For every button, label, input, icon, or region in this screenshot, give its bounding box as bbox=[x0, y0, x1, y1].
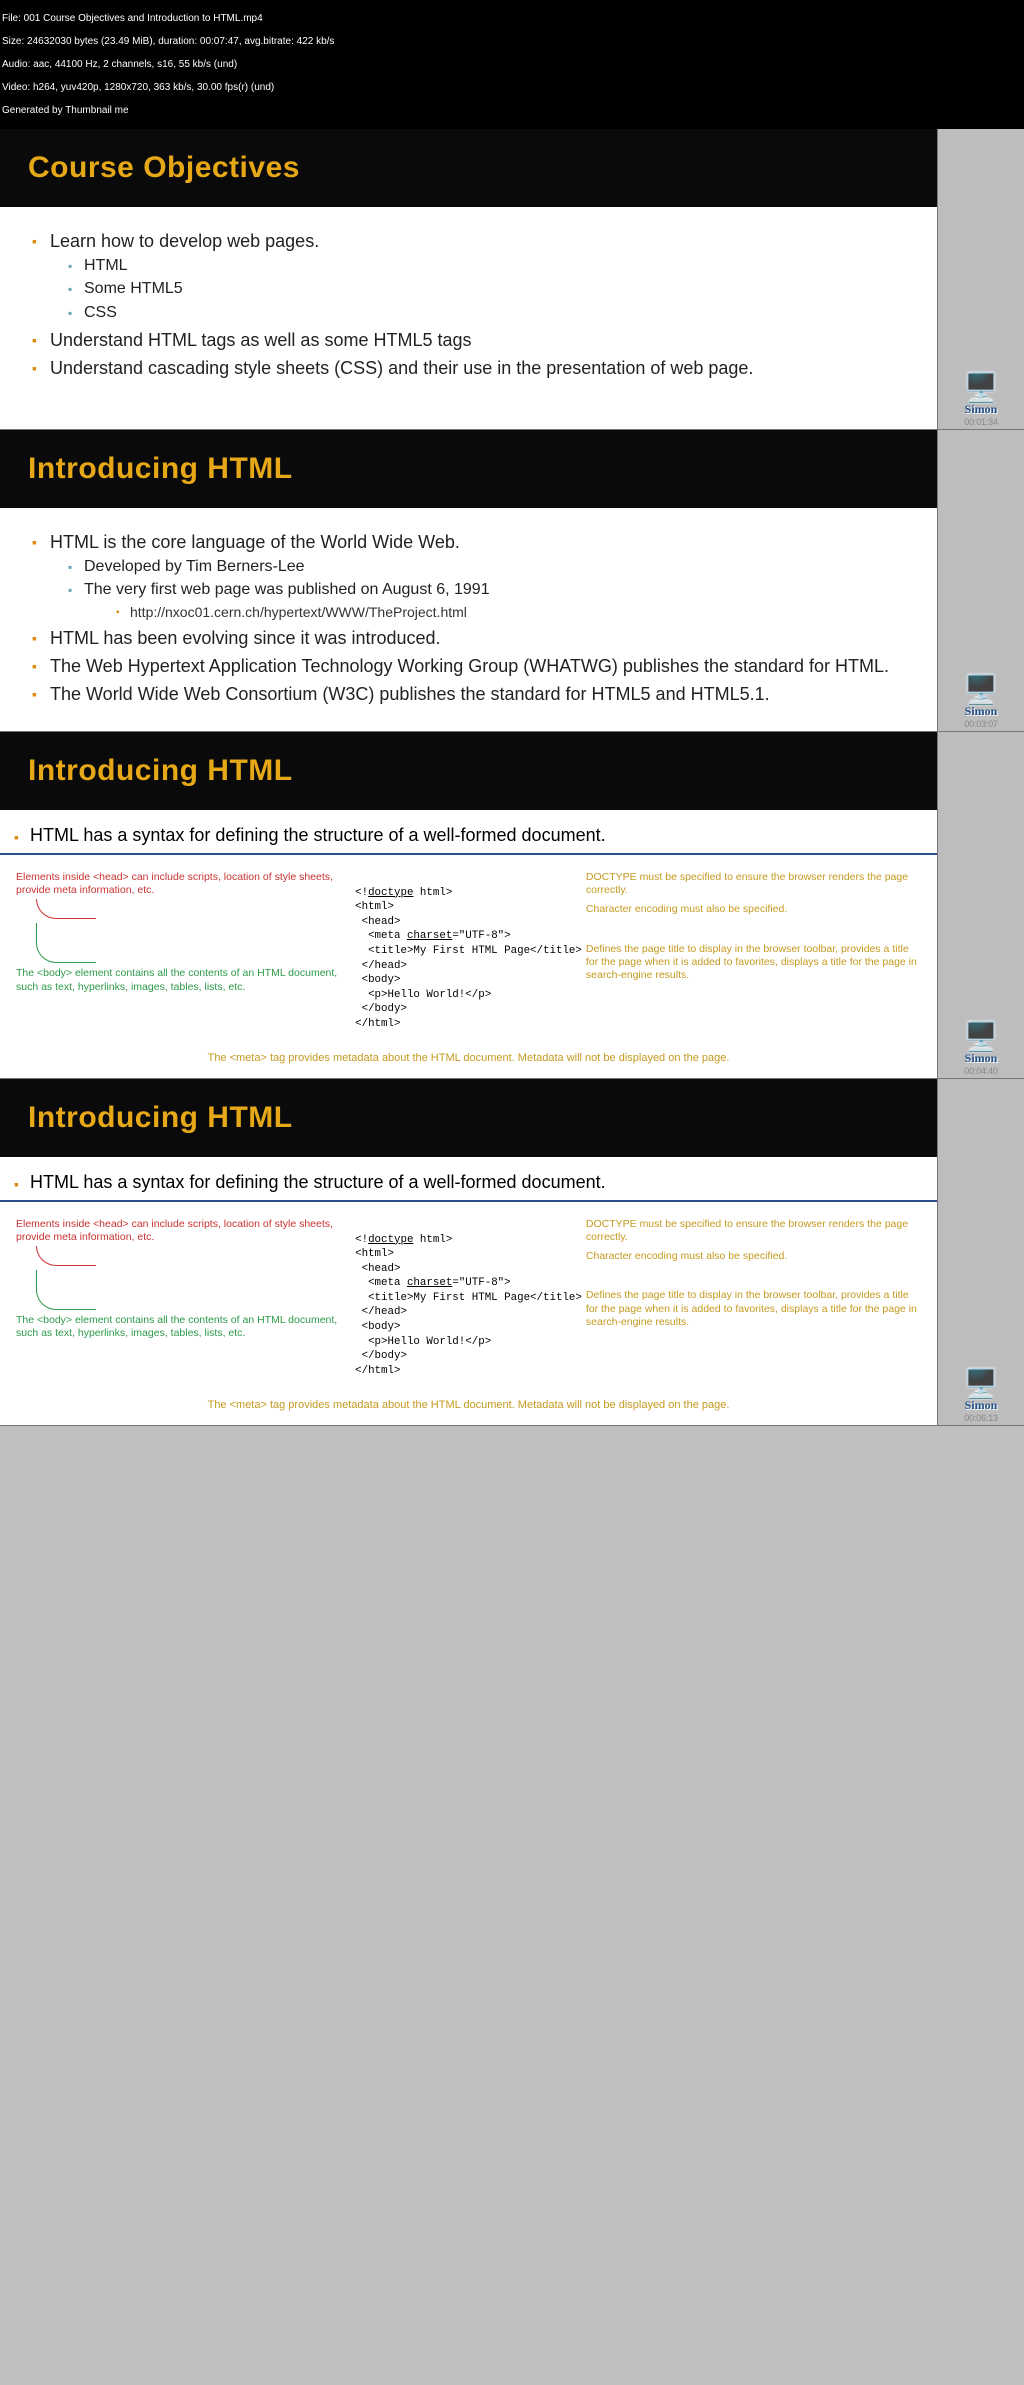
timecode: 00:03:07 bbox=[938, 719, 1024, 729]
brand-stamp: 🖥️ Simon 00:03:07 bbox=[938, 676, 1024, 729]
slide-body: Learn how to develop web pages. HTML Som… bbox=[0, 207, 937, 405]
slide: Introducing HTML HTML is the core langua… bbox=[0, 430, 937, 731]
thumbnail-cell: Introducing HTML HTML is the core langua… bbox=[0, 430, 938, 731]
monitor-icon: 🖥️ bbox=[964, 374, 999, 402]
video-info-header: File: 001 Course Objectives and Introduc… bbox=[0, 0, 1024, 129]
annotation-title: Defines the page title to display in the… bbox=[586, 1289, 921, 1328]
annotation-doctype: DOCTYPE must be specified to ensure the … bbox=[586, 871, 921, 897]
info-audio: Audio: aac, 44100 Hz, 2 channels, s16, 5… bbox=[2, 59, 1022, 71]
grid-row: Introducing HTML HTML has a syntax for d… bbox=[0, 732, 1024, 1079]
brand-stamp: 🖥️ Simon 00:01:34 bbox=[938, 374, 1024, 427]
info-file: File: 001 Course Objectives and Introduc… bbox=[2, 13, 1022, 25]
code-block: <!doctype html> <html> <head> <meta char… bbox=[355, 871, 582, 1046]
bullet-text: HTML has a syntax for defining the struc… bbox=[0, 824, 937, 853]
bullet-text: CSS bbox=[50, 302, 909, 324]
monitor-icon: 🖥️ bbox=[964, 676, 999, 704]
brand-text: Simon bbox=[938, 1398, 1024, 1413]
slide-title: Course Objectives bbox=[0, 129, 937, 207]
annotation-title: Defines the page title to display in the… bbox=[586, 943, 921, 982]
bullet-text: HTML has been evolving since it was intr… bbox=[28, 626, 909, 650]
grid-row: Course Objectives Learn how to develop w… bbox=[0, 129, 1024, 430]
code-diagram: Elements inside <head> can include scrip… bbox=[0, 853, 937, 1078]
slide-title: Introducing HTML bbox=[0, 1079, 937, 1157]
brand-stamp: 🖥️ Simon 00:04:40 bbox=[938, 1023, 1024, 1076]
code-block: <!doctype html> <html> <head> <meta char… bbox=[355, 1218, 582, 1393]
bullet-text: Understand cascading style sheets (CSS) … bbox=[28, 356, 909, 380]
monitor-icon: 🖥️ bbox=[964, 1370, 999, 1398]
slide: Introducing HTML HTML has a syntax for d… bbox=[0, 1079, 937, 1425]
code-diagram: Elements inside <head> can include scrip… bbox=[0, 1200, 937, 1425]
timecode: 00:04:40 bbox=[938, 1066, 1024, 1076]
grid-row: Introducing HTML HTML has a syntax for d… bbox=[0, 1079, 1024, 1426]
brand-text: Simon bbox=[938, 704, 1024, 719]
bullet-text: Developed by Tim Berners-Lee bbox=[50, 556, 909, 578]
bullet-text: The World Wide Web Consortium (W3C) publ… bbox=[28, 682, 909, 706]
info-size: Size: 24632030 bytes (23.49 MiB), durati… bbox=[2, 36, 1022, 48]
bullet-text: HTML bbox=[50, 255, 909, 277]
bullet-text: The very first web page was published on… bbox=[84, 581, 490, 598]
bullet-text: HTML has a syntax for defining the struc… bbox=[0, 1171, 937, 1200]
timecode: 00:06:13 bbox=[938, 1413, 1024, 1423]
thumbnail-grid: Course Objectives Learn how to develop w… bbox=[0, 129, 1024, 1426]
grid-row: Introducing HTML HTML is the core langua… bbox=[0, 430, 1024, 732]
slide: Introducing HTML HTML has a syntax for d… bbox=[0, 732, 937, 1078]
bullet-text: Some HTML5 bbox=[50, 278, 909, 300]
annotation-charset: Character encoding must also be specifie… bbox=[586, 903, 921, 916]
thumbnail-margin: 🖥️ Simon 00:04:40 bbox=[938, 732, 1024, 1078]
bullet-text: http://nxoc01.cern.ch/hypertext/WWW/TheP… bbox=[84, 603, 909, 622]
annotation-body: The <body> element contains all the cont… bbox=[16, 967, 351, 993]
bullet-text: Understand HTML tags as well as some HTM… bbox=[28, 328, 909, 352]
info-generated: Generated by Thumbnail me bbox=[2, 105, 1022, 117]
bullet-text: Learn how to develop web pages. bbox=[50, 231, 319, 251]
annotation-charset: Character encoding must also be specifie… bbox=[586, 1250, 921, 1263]
annotation-body: The <body> element contains all the cont… bbox=[16, 1314, 351, 1340]
bullet-text: The Web Hypertext Application Technology… bbox=[28, 654, 909, 678]
brand-text: Simon bbox=[938, 1051, 1024, 1066]
slide: Course Objectives Learn how to develop w… bbox=[0, 129, 937, 429]
annotation-head: Elements inside <head> can include scrip… bbox=[16, 871, 351, 897]
thumbnail-cell: Introducing HTML HTML has a syntax for d… bbox=[0, 732, 938, 1078]
slide-body: HTML is the core language of the World W… bbox=[0, 508, 937, 731]
brand-text: Simon bbox=[938, 402, 1024, 417]
monitor-icon: 🖥️ bbox=[964, 1023, 999, 1051]
brand-stamp: 🖥️ Simon 00:06:13 bbox=[938, 1370, 1024, 1423]
slide-title: Introducing HTML bbox=[0, 732, 937, 810]
thumbnail-margin: 🖥️ Simon 00:03:07 bbox=[938, 430, 1024, 731]
annotation-meta: The <meta> tag provides metadata about t… bbox=[10, 1052, 927, 1066]
timecode: 00:01:34 bbox=[938, 417, 1024, 427]
info-video: Video: h264, yuv420p, 1280x720, 363 kb/s… bbox=[2, 82, 1022, 94]
thumbnail-margin: 🖥️ Simon 00:01:34 bbox=[938, 129, 1024, 429]
thumbnail-margin: 🖥️ Simon 00:06:13 bbox=[938, 1079, 1024, 1425]
bullet-text: HTML is the core language of the World W… bbox=[50, 532, 460, 552]
annotation-doctype: DOCTYPE must be specified to ensure the … bbox=[586, 1218, 921, 1244]
thumbnail-cell: Course Objectives Learn how to develop w… bbox=[0, 129, 938, 429]
thumbnail-cell: Introducing HTML HTML has a syntax for d… bbox=[0, 1079, 938, 1425]
annotation-meta: The <meta> tag provides metadata about t… bbox=[10, 1399, 927, 1413]
annotation-head: Elements inside <head> can include scrip… bbox=[16, 1218, 351, 1244]
slide-title: Introducing HTML bbox=[0, 430, 937, 508]
